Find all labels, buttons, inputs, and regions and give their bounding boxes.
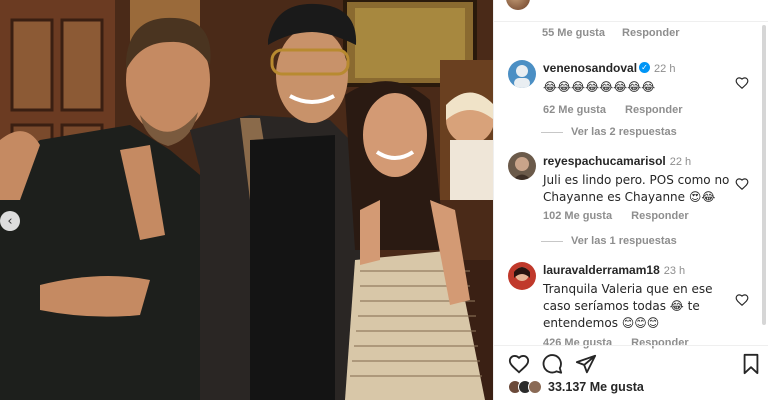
reply-button[interactable]: Responder — [631, 210, 688, 222]
comment-time[interactable]: 23 h — [664, 265, 685, 277]
divider — [541, 240, 563, 242]
reply-button[interactable]: Responder — [625, 104, 682, 116]
comments-panel: 55 Me gusta Responder venenosandoval ✓ 22 … — [493, 0, 768, 400]
avatar[interactable] — [508, 152, 536, 180]
comment-username[interactable]: venenosandoval — [543, 61, 637, 75]
comment-time[interactable]: 22 h — [670, 156, 691, 168]
reply-button[interactable]: Responder — [622, 27, 679, 39]
comment-time[interactable]: 22 h — [654, 63, 675, 75]
view-replies-button[interactable]: Ver las 2 respuestas — [541, 126, 677, 138]
post-photo[interactable]: ‹ — [0, 0, 493, 400]
comment-username[interactable]: lauravalderramam18 — [543, 263, 660, 277]
share-icon[interactable] — [575, 353, 597, 375]
comments-scrollbar[interactable] — [762, 25, 766, 325]
bookmark-icon[interactable] — [740, 353, 762, 375]
caption-header — [494, 0, 768, 22]
comment-text: 😂😂😂😂😂😂😂😂 — [543, 80, 656, 94]
heart-icon[interactable] — [508, 353, 530, 375]
comment-text: Juli es lindo pero. POS como no Chayanne… — [543, 173, 730, 204]
comment-text: Tranquila Valeria que en ese caso seríam… — [543, 282, 713, 330]
comment-username[interactable]: reyespachucamarisol — [543, 154, 666, 168]
comment-likes[interactable]: 102 Me gusta — [543, 210, 612, 222]
verified-icon: ✓ — [639, 62, 651, 74]
heart-icon[interactable] — [735, 293, 749, 307]
carousel-prev-button[interactable]: ‹ — [0, 211, 20, 231]
view-replies-label[interactable]: Ver las 2 respuestas — [571, 126, 677, 138]
heart-icon[interactable] — [735, 76, 749, 90]
previous-comment-meta: 55 Me gusta Responder — [542, 27, 694, 39]
post-actions-bar: 33.137 Me gusta — [494, 345, 768, 400]
comment-likes[interactable]: 62 Me gusta — [543, 104, 606, 116]
view-replies-label[interactable]: Ver las 1 respuestas — [571, 235, 677, 247]
divider — [541, 131, 563, 133]
likes-summary[interactable]: 33.137 Me gusta — [508, 380, 644, 394]
avatar — [528, 380, 542, 394]
avatar[interactable] — [508, 262, 536, 290]
heart-icon[interactable] — [735, 177, 749, 191]
likes-count[interactable]: 33.137 Me gusta — [548, 380, 644, 394]
view-replies-button[interactable]: Ver las 1 respuestas — [541, 235, 677, 247]
comment-icon[interactable] — [541, 353, 563, 375]
avatar[interactable] — [508, 60, 536, 88]
likes-count[interactable]: 55 Me gusta — [542, 27, 605, 39]
photo-illustration — [0, 0, 493, 400]
avatar[interactable] — [506, 0, 530, 10]
